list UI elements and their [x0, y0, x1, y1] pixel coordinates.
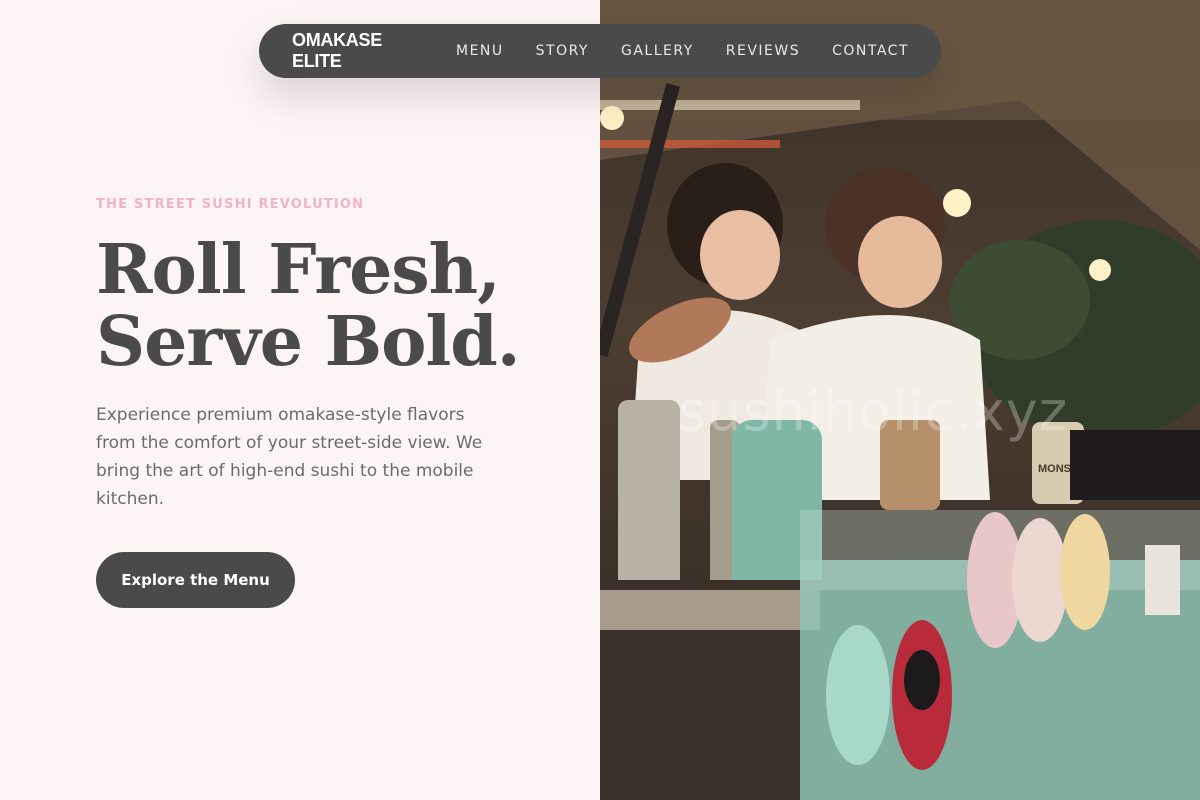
nav-link-gallery[interactable]: GALLERY	[621, 43, 694, 59]
hero-photo: MONS sushiholic.xyz	[600, 0, 1200, 800]
nav-link-reviews[interactable]: REVIEWS	[726, 43, 800, 59]
bottle-label-text: MONS	[1038, 463, 1071, 475]
top-navigation: OMAKASE ELITE MENU STORY GALLERY REVIEWS…	[259, 24, 941, 78]
headline-line-1: Roll Fresh,	[96, 230, 501, 310]
hero-description: Experience premium omakase-style flavors…	[96, 405, 483, 509]
headline-line-2: Serve Bold.	[96, 302, 521, 382]
hero-eyebrow: THE STREET SUSHI REVOLUTION	[96, 197, 365, 212]
nav-link-menu[interactable]: MENU	[456, 43, 504, 59]
hero-headline: Roll Fresh, Serve Bold.	[96, 230, 521, 382]
nav-link-contact[interactable]: CONTACT	[832, 43, 909, 59]
nav-link-story[interactable]: STORY	[536, 43, 589, 59]
explore-menu-button[interactable]: Explore the Menu	[96, 552, 295, 608]
watermark-text: sushiholic.xyz	[678, 380, 1069, 443]
brand-logo[interactable]: OMAKASE ELITE	[292, 30, 424, 72]
hero-left-panel: THE STREET SUSHI REVOLUTION Roll Fresh, …	[0, 0, 600, 800]
